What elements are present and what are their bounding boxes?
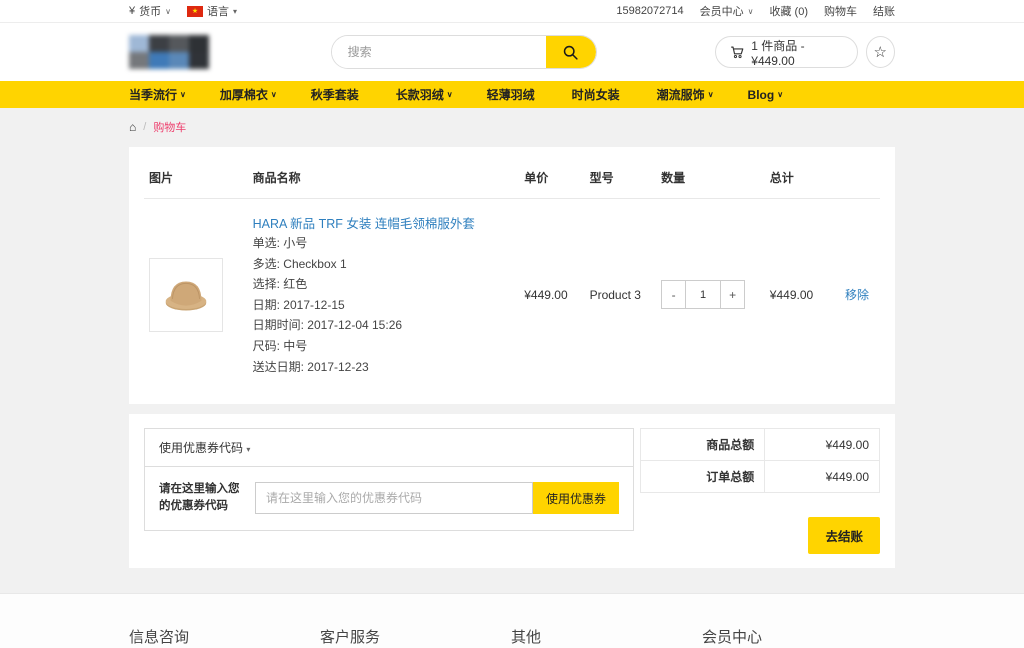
footer-column-title: 会员中心 xyxy=(702,626,893,647)
cart-summary-card: 使用优惠券代码 ▾ 请在这里输入您的优惠券代码 使用优惠券 商品总额 ¥449.… xyxy=(129,414,895,568)
product-option: 多选: Checkbox 1 xyxy=(253,255,515,274)
cart-link[interactable]: 购物车 xyxy=(824,3,857,19)
quantity-increase-button[interactable]: + xyxy=(720,280,745,309)
subtotal-value: ¥449.00 xyxy=(765,429,880,461)
search-bar xyxy=(331,35,597,69)
product-model: Product 3 xyxy=(585,199,657,391)
search-icon xyxy=(562,44,579,61)
caret-down-icon: ▾ xyxy=(233,7,237,16)
chevron-down-icon: ∨ xyxy=(447,90,453,99)
nav-item-long-down[interactable]: 长款羽绒∨ xyxy=(396,86,453,103)
cart-summary-label: 1 件商品 - ¥449.00 xyxy=(751,37,842,68)
footer-column-account: 会员中心 ›会员中心 ›历史订单 ›收藏列表 ›订阅咨询 xyxy=(702,618,893,648)
breadcrumb-separator: / xyxy=(143,121,146,133)
col-header-quantity: 数量 xyxy=(656,161,765,199)
straw-hat-image xyxy=(157,266,215,324)
footer: 信息咨询 ›关于我们 ›配送信息 ›隐私政策 ›使用条款 客户服务 ›联系我们 … xyxy=(0,593,1024,648)
currency-symbol-icon: ¥ xyxy=(129,5,135,17)
product-option: 送达日期: 2017-12-23 xyxy=(253,358,515,377)
caret-down-icon: ▾ xyxy=(246,445,250,454)
line-total: ¥449.00 xyxy=(765,199,840,391)
star-icon: ☆ xyxy=(874,43,887,61)
product-name-link[interactable]: HARA 新品 TRF 女装 连帽毛领棉服外套 xyxy=(253,217,475,231)
subtotal-label: 商品总额 xyxy=(641,429,765,461)
product-option: 单选: 小号 xyxy=(253,234,515,253)
totals-row-subtotal: 商品总额 ¥449.00 xyxy=(641,429,880,461)
search-input[interactable] xyxy=(332,36,546,68)
nav-item-autumn-sets[interactable]: 秋季套装 xyxy=(311,86,362,103)
nav-item-light-down[interactable]: 轻薄羽绒 xyxy=(487,86,538,103)
chevron-down-icon: ∨ xyxy=(777,90,783,99)
apply-coupon-button[interactable]: 使用优惠券 xyxy=(533,482,619,514)
store-logo[interactable] xyxy=(129,35,221,69)
account-label: 会员中心 xyxy=(700,3,744,19)
main-content: ⌂ / 购物车 图片 商品名称 单价 型号 数量 总计 xyxy=(0,108,1024,593)
account-menu[interactable]: 会员中心 ∨ xyxy=(700,3,754,19)
coupon-panel: 使用优惠券代码 ▾ 请在这里输入您的优惠券代码 使用优惠券 xyxy=(144,428,634,531)
language-selector[interactable]: ★ 语言 ▾ xyxy=(187,3,237,19)
nav-item-padded-coats[interactable]: 加厚棉衣∨ xyxy=(220,86,277,103)
currency-selector[interactable]: ¥ 货币 ∨ xyxy=(129,3,171,19)
product-option: 尺码: 中号 xyxy=(253,337,515,356)
chevron-down-icon: ∨ xyxy=(180,90,186,99)
footer-column-title: 客户服务 xyxy=(320,626,511,647)
topbar: ¥ 货币 ∨ ★ 语言 ▾ 15982072714 会员中心 ∨ 收藏 (0) … xyxy=(0,0,1024,23)
product-option: 日期时间: 2017-12-04 15:26 xyxy=(253,316,515,335)
product-thumbnail[interactable] xyxy=(149,258,223,332)
order-total-value: ¥449.00 xyxy=(765,461,880,493)
totals-row-order-total: 订单总额 ¥449.00 xyxy=(641,461,880,493)
home-icon[interactable]: ⌂ xyxy=(129,120,136,134)
footer-column-title: 信息咨询 xyxy=(129,626,320,647)
unit-price: ¥449.00 xyxy=(519,199,584,391)
remove-item-link[interactable]: 移除 xyxy=(845,288,869,302)
cart-table-card: 图片 商品名称 单价 型号 数量 总计 xyxy=(129,147,895,404)
breadcrumb: ⌂ / 购物车 xyxy=(129,108,895,147)
footer-column-information: 信息咨询 ›关于我们 ›配送信息 ›隐私政策 ›使用条款 xyxy=(129,618,320,648)
quantity-stepper: - + xyxy=(661,280,760,309)
wishlist-link[interactable]: 收藏 (0) xyxy=(770,3,809,19)
order-totals: 商品总额 ¥449.00 订单总额 ¥449.00 去结账 xyxy=(640,428,880,554)
checkout-link[interactable]: 结账 xyxy=(873,3,895,19)
coupon-panel-toggle[interactable]: 使用优惠券代码 ▾ xyxy=(145,429,633,467)
breadcrumb-cart[interactable]: 购物车 xyxy=(153,119,186,135)
nav-item-blog[interactable]: Blog∨ xyxy=(748,88,784,102)
footer-column-customer-service: 客户服务 ›联系我们 ›退换服务 ›网站地图 xyxy=(320,618,511,648)
language-label: 语言 xyxy=(207,3,229,19)
search-button[interactable] xyxy=(546,35,596,69)
product-option: 日期: 2017-12-15 xyxy=(253,296,515,315)
col-header-unit-price: 单价 xyxy=(519,161,584,199)
col-header-name: 商品名称 xyxy=(248,161,520,199)
currency-label: 货币 xyxy=(139,3,161,19)
chevron-down-icon: ∨ xyxy=(271,90,277,99)
phone-number: 15982072714 xyxy=(616,5,683,17)
chevron-down-icon: ∨ xyxy=(165,7,171,16)
nav-item-season-trends[interactable]: 当季流行∨ xyxy=(129,86,186,103)
footer-column-title: 其他 xyxy=(511,626,702,647)
product-name: HARA 新品 TRF 女装 连帽毛领棉服外套 xyxy=(253,213,515,232)
header: 1 件商品 - ¥449.00 ☆ xyxy=(0,23,1024,81)
quantity-input[interactable] xyxy=(686,280,720,309)
cart-item-row: HARA 新品 TRF 女装 连帽毛领棉服外套 单选: 小号 多选: Check… xyxy=(144,199,880,391)
chevron-down-icon: ∨ xyxy=(748,7,754,16)
chevron-down-icon: ∨ xyxy=(708,90,714,99)
main-navigation: 当季流行∨ 加厚棉衣∨ 秋季套装 长款羽绒∨ 轻薄羽绒 时尚女装 潮流服饰∨ B… xyxy=(0,81,1024,108)
cart-icon xyxy=(730,44,745,60)
cart-table: 图片 商品名称 单价 型号 数量 总计 xyxy=(144,161,880,390)
nav-item-fashion-women[interactable]: 时尚女装 xyxy=(572,86,623,103)
quantity-decrease-button[interactable]: - xyxy=(661,280,686,309)
product-option: 选择: 红色 xyxy=(253,275,515,294)
coupon-field-label: 请在这里输入您的优惠券代码 xyxy=(159,481,243,516)
col-header-model: 型号 xyxy=(585,161,657,199)
col-header-image: 图片 xyxy=(144,161,248,199)
cart-summary-button[interactable]: 1 件商品 - ¥449.00 xyxy=(715,36,858,68)
wishlist-button[interactable]: ☆ xyxy=(866,36,896,68)
nav-item-trend-apparel[interactable]: 潮流服饰∨ xyxy=(657,86,714,103)
col-header-total: 总计 xyxy=(765,161,840,199)
footer-column-extras: 其他 ›品牌专区 ›礼品券 ›联盟会员 ›特别优惠 xyxy=(511,618,702,648)
order-total-label: 订单总额 xyxy=(641,461,765,493)
checkout-button[interactable]: 去结账 xyxy=(808,517,880,554)
coupon-code-input[interactable] xyxy=(255,482,533,514)
china-flag-icon: ★ xyxy=(187,6,203,17)
